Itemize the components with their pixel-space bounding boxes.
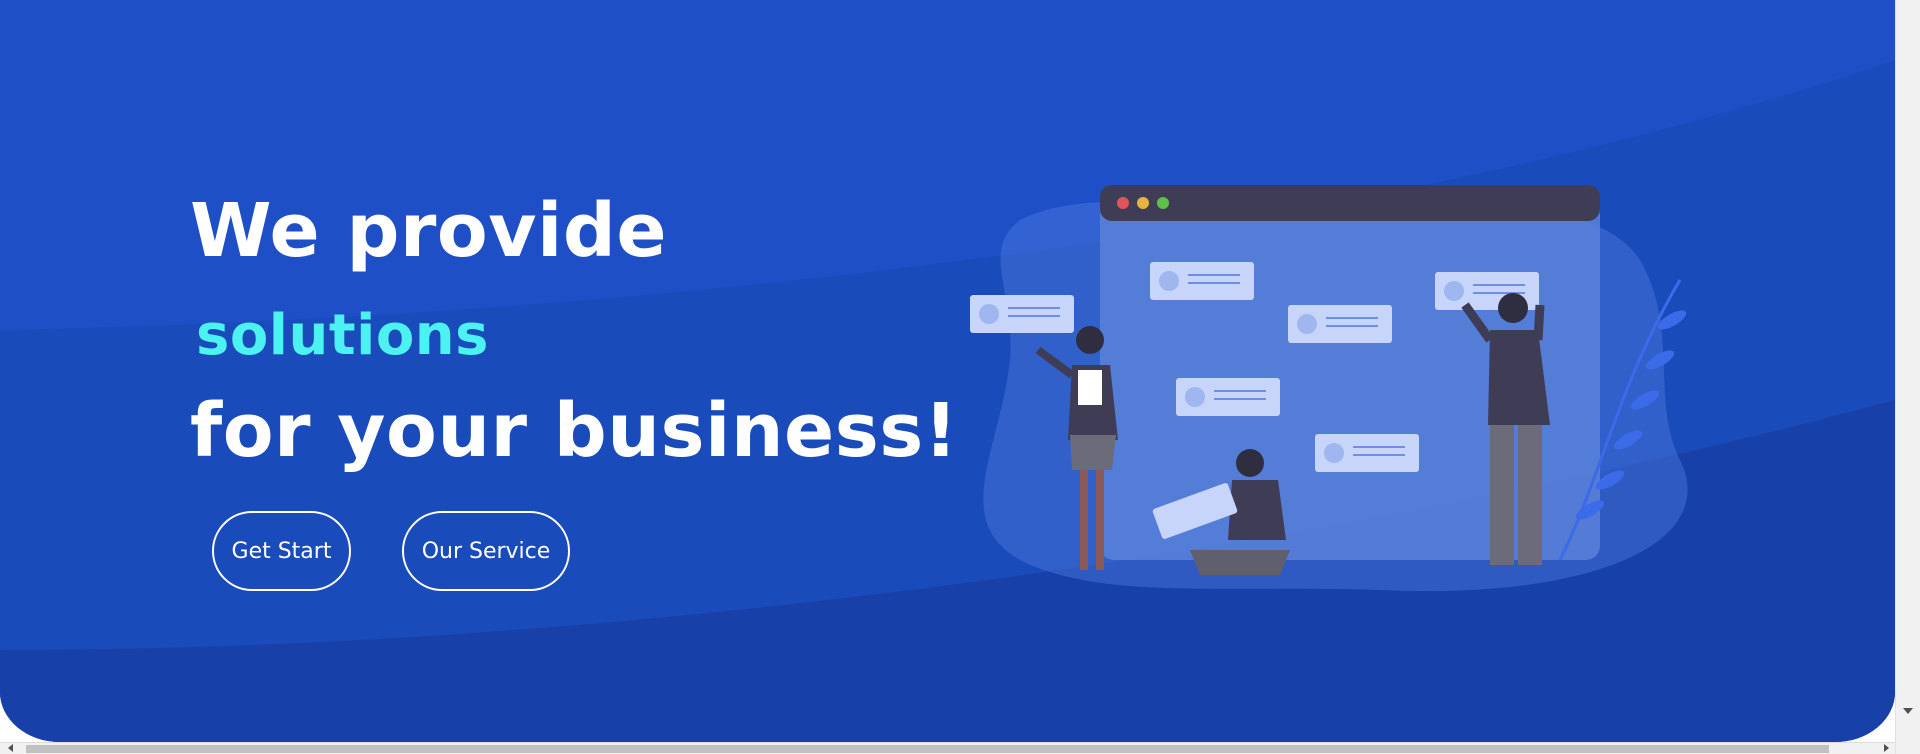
scroll-down-arrow-icon[interactable] bbox=[1903, 708, 1913, 714]
scrollbar-thumb[interactable] bbox=[26, 745, 1829, 753]
our-service-button[interactable]: Our Service bbox=[402, 511, 570, 591]
get-start-button[interactable]: Get Start bbox=[212, 511, 351, 591]
headline-line-3: for your business! bbox=[190, 388, 959, 474]
vertical-scrollbar[interactable] bbox=[1895, 0, 1920, 754]
scroll-left-arrow-icon[interactable] bbox=[8, 744, 13, 752]
team-collaboration-illustration bbox=[970, 185, 1688, 592]
hero-section: We provide solutions for your business! … bbox=[0, 0, 1895, 742]
horizontal-scrollbar[interactable] bbox=[0, 742, 1895, 754]
scroll-right-arrow-icon[interactable] bbox=[1884, 744, 1889, 752]
headline-line-1: We provide bbox=[190, 188, 668, 274]
headline-highlight: solutions bbox=[196, 303, 490, 368]
